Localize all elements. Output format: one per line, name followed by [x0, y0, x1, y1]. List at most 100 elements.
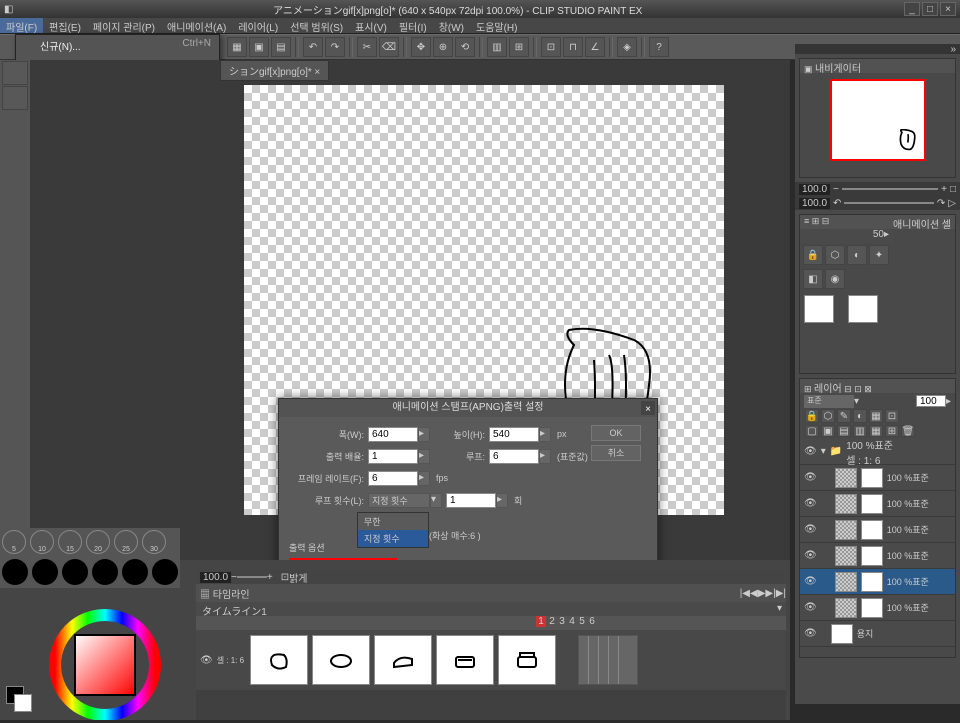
cel-thumb[interactable]	[804, 295, 834, 323]
color-wheel[interactable]	[40, 600, 170, 720]
count-select[interactable]: 지정 횟수	[368, 493, 430, 508]
layer-tool-icon[interactable]: 🔒	[805, 409, 819, 423]
toolbar-redo-icon[interactable]: ↷	[325, 37, 345, 57]
layer-paper[interactable]: 👁 용지	[800, 621, 955, 647]
layer-tool-icon[interactable]: ▢	[805, 425, 819, 437]
layer-tool-icon[interactable]: ▣	[821, 425, 835, 437]
color-swatches[interactable]	[6, 686, 32, 712]
layer-tool-icon[interactable]: ▥	[853, 425, 867, 437]
timeline-cell[interactable]	[312, 635, 370, 685]
brush-dot[interactable]	[122, 559, 148, 585]
brush-size-dot[interactable]: 10	[30, 530, 54, 554]
eye-icon[interactable]: 👁	[200, 655, 213, 666]
tl-next-icon[interactable]: ▶|	[765, 588, 775, 599]
tl-playback-icon[interactable]: ▦ 타임라인	[200, 586, 250, 601]
layer-row[interactable]: 👁100 %표준	[800, 595, 955, 621]
tab-close-icon[interactable]: ×	[314, 67, 320, 78]
menu-animation[interactable]: 애니메이션(A)	[161, 18, 232, 33]
loop-option-count[interactable]: 지정 횟수	[358, 530, 428, 547]
toolbar-save-icon[interactable]: ▤	[271, 37, 291, 57]
cel-thumb[interactable]	[848, 295, 878, 323]
cel-tool-icon[interactable]: ◉	[825, 269, 845, 289]
brush-dot[interactable]	[152, 559, 178, 585]
zoom-slider[interactable]	[842, 188, 938, 190]
stepper-icon[interactable]: ▸	[946, 396, 951, 407]
opacity-input[interactable]	[916, 395, 946, 407]
toolbar-open-icon[interactable]: ▣	[249, 37, 269, 57]
scale-input[interactable]	[368, 449, 418, 464]
stepper-icon[interactable]: ▸	[418, 471, 430, 486]
timeline-strip[interactable]	[578, 635, 638, 685]
menu-edit[interactable]: 편집(E)	[43, 18, 87, 33]
layer-row[interactable]: 👁100 %표준	[800, 569, 955, 595]
panel-collapse-icon[interactable]: »	[950, 44, 956, 54]
layer-row[interactable]: 👁100 %표준	[800, 517, 955, 543]
toolbar-help-icon[interactable]: ?	[649, 37, 669, 57]
rotate-right-icon[interactable]: ↷	[937, 198, 945, 209]
brush-size-dot[interactable]: 20	[86, 530, 110, 554]
timeline-cell[interactable]	[250, 635, 308, 685]
layer-row[interactable]: 👁100 %표준	[800, 543, 955, 569]
cel-tool-icon[interactable]: ◐	[847, 245, 867, 265]
rotate-left-icon[interactable]: ↶	[833, 198, 841, 209]
tl-label-icon[interactable]: ⊡	[281, 572, 289, 583]
stepper-icon[interactable]: ▸	[539, 449, 551, 464]
menu-page[interactable]: 페이지 관리(P)	[87, 18, 161, 33]
toolbar-cut-icon[interactable]: ✂	[357, 37, 377, 57]
stepper-icon[interactable]: ▸	[884, 229, 889, 243]
menu-file[interactable]: 파일(F)	[0, 18, 43, 33]
folder-collapse-icon[interactable]: ▾	[821, 446, 826, 457]
timeline-cell[interactable]	[436, 635, 494, 685]
toolbar-snap-icon[interactable]: ⊡	[541, 37, 561, 57]
brush-size-dot[interactable]: 5	[2, 530, 26, 554]
loop-input[interactable]	[489, 449, 539, 464]
width-input[interactable]	[368, 427, 418, 442]
brush-dot[interactable]	[2, 559, 28, 585]
loop-option-infinite[interactable]: 무한	[358, 513, 428, 530]
toolbar-zoom-icon[interactable]: ⊕	[433, 37, 453, 57]
zoom-in-icon[interactable]: +	[267, 572, 273, 583]
stepper-icon[interactable]: ▸	[496, 493, 508, 508]
cel-tool-icon[interactable]: ◧	[803, 269, 823, 289]
document-tab[interactable]: ションgif[x]png[o]* ×	[220, 60, 329, 81]
layer-tool-icon[interactable]: 🗑	[901, 425, 915, 437]
eye-icon[interactable]: 👁	[804, 446, 817, 457]
eye-icon[interactable]: 👁	[804, 524, 817, 535]
dialog-close-icon[interactable]: ×	[641, 401, 655, 415]
toolbar-csp-icon[interactable]: ◈	[617, 37, 637, 57]
toolbar-ruler-icon[interactable]: ▥	[487, 37, 507, 57]
brush-size-dot[interactable]: 30	[142, 530, 166, 554]
tl-play-icon[interactable]: ▶	[758, 588, 766, 599]
layer-folder[interactable]: 👁 ▾ 📁 100 %표준셀 : 1: 6	[800, 439, 955, 465]
layer-tool-icon[interactable]: ▦	[869, 409, 883, 423]
stepper-icon[interactable]: ▸	[418, 449, 430, 464]
navigator-preview[interactable]	[830, 79, 926, 161]
tool-icon[interactable]	[2, 86, 28, 110]
layer-tool-icon[interactable]: ✎	[837, 409, 851, 423]
brush-dot[interactable]	[32, 559, 58, 585]
toolbar-clear-icon[interactable]: ⌫	[379, 37, 399, 57]
timeline-cell[interactable]	[374, 635, 432, 685]
fit-icon[interactable]: □	[950, 184, 956, 195]
close-button[interactable]: ×	[940, 2, 956, 16]
tl-goto-start-icon[interactable]: |◀	[740, 588, 750, 599]
menu-item[interactable]: 신규(N)...Ctrl+N	[16, 35, 219, 56]
layer-tool-icon[interactable]: ⬡	[821, 409, 835, 423]
eye-icon[interactable]: 👁	[804, 498, 817, 509]
brush-size-dot[interactable]: 25	[114, 530, 138, 554]
menu-filter[interactable]: 필터(I)	[393, 18, 433, 33]
maximize-button[interactable]: □	[922, 2, 938, 16]
toolbar-magnet-icon[interactable]: ⊓	[563, 37, 583, 57]
timeline-ruler[interactable]: 1 2 3 4 5 6	[196, 616, 786, 630]
fps-input[interactable]	[368, 471, 418, 486]
cel-tool-icon[interactable]: 🔒	[803, 245, 823, 265]
cancel-button[interactable]: 취소	[591, 445, 641, 461]
menu-layer[interactable]: 레이어(L)	[232, 18, 284, 33]
brush-dot[interactable]	[62, 559, 88, 585]
eye-icon[interactable]: 👁	[804, 550, 817, 561]
layer-tool-icon[interactable]: ⊡	[885, 409, 899, 423]
eye-icon[interactable]: 👁	[804, 472, 817, 483]
stepper-icon[interactable]: ▸	[539, 427, 551, 442]
tl-zoom-slider[interactable]	[237, 576, 267, 578]
toolbar-new-icon[interactable]: ▦	[227, 37, 247, 57]
